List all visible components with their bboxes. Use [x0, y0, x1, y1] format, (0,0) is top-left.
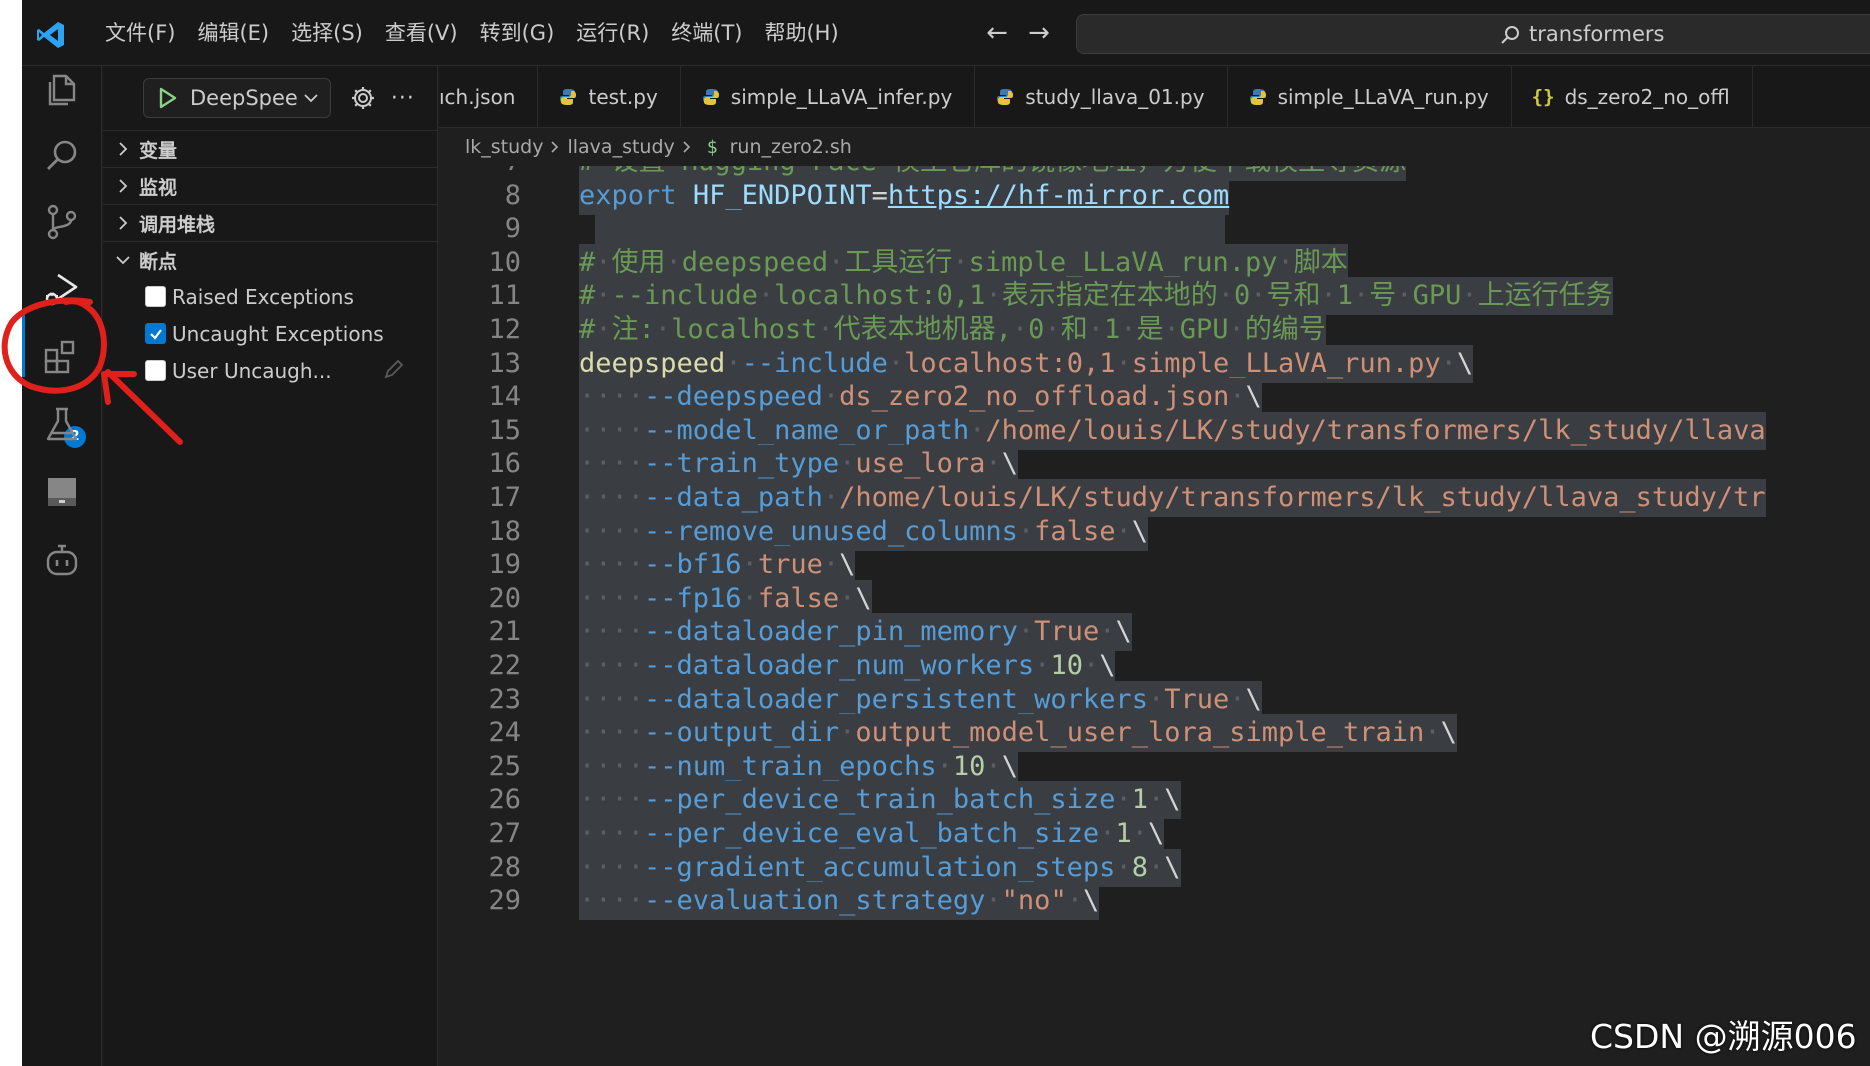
forward-arrow-icon[interactable]: →: [1024, 18, 1054, 48]
chevron-right-icon: [551, 141, 559, 153]
menu-bar: 文件(F) 编辑(E) 选择(S) 查看(V) 转到(G) 运行(R) 终端(T) 帮助(H): [94, 0, 850, 66]
tab-label: study_llava_01.py: [1025, 85, 1205, 109]
section-call-stack[interactable]: 调用堆栈: [103, 204, 437, 241]
activity-bar: 2: [22, 66, 102, 1066]
watermark-text: CSDN @溯源006: [1590, 1017, 1857, 1056]
checkbox-checked[interactable]: [145, 323, 166, 344]
editor-tab[interactable]: simple_LLaVA_infer.py: [681, 66, 976, 127]
editor-tabs: ıch.json test.py simple_LLaVA_infer.py stud…: [439, 66, 1870, 128]
checkbox[interactable]: [145, 360, 166, 381]
tab-label: ds_zero2_no_offl: [1564, 85, 1730, 109]
run-debug-sidebar: DeepSpee ··· 变量 监视 调用堆栈 断点 Raised Except…: [103, 66, 438, 1066]
tab-label: test.py: [588, 85, 658, 109]
play-icon[interactable]: [154, 85, 180, 111]
chevron-right-icon: [683, 141, 690, 153]
breakpoint-label: Raised Exceptions: [172, 284, 354, 309]
source-control-icon[interactable]: [40, 200, 84, 244]
editor-area: ıch.json test.py simple_LLaVA_infer.py stud…: [439, 66, 1870, 1066]
chevron-right-icon: [119, 179, 128, 193]
tab-label: simple_LLaVA_infer.py: [730, 85, 953, 109]
section-watch[interactable]: 监视: [103, 167, 437, 204]
active-indicator: [22, 311, 25, 377]
run-config-label: DeepSpee: [190, 86, 298, 110]
section-label: 监视: [139, 176, 178, 199]
menu-item[interactable]: 编辑(E): [186, 0, 280, 66]
breakpoint-uncaught-exceptions[interactable]: Uncaught Exceptions: [103, 315, 437, 352]
title-bar: 文件(F) 编辑(E) 选择(S) 查看(V) 转到(G) 运行(R) 终端(T) 帮助(H)…: [22, 0, 1870, 66]
code-line[interactable]: 29 ····--evaluation_strategy·"no"·\: [439, 881, 1870, 921]
menu-item[interactable]: 运行(R): [565, 0, 660, 66]
menu-item[interactable]: 帮助(H): [753, 0, 849, 66]
back-arrow-icon[interactable]: ←: [982, 18, 1012, 48]
menu-item[interactable]: 终端(T): [660, 0, 753, 66]
section-label: 调用堆栈: [139, 213, 216, 236]
vscode-logo-icon: [37, 22, 64, 48]
run-config-dropdown[interactable]: DeepSpee: [143, 78, 331, 118]
more-actions-icon[interactable]: ···: [391, 86, 415, 111]
command-center-text: transformers: [1529, 22, 1665, 46]
breakpoint-raised-exceptions[interactable]: Raised Exceptions: [103, 278, 437, 315]
panel-icon[interactable]: [40, 470, 84, 514]
menu-item[interactable]: 选择(S): [280, 0, 374, 66]
section-label: 断点: [139, 250, 178, 273]
breadcrumb-item[interactable]: llava_study: [567, 136, 674, 158]
copilot-icon[interactable]: [40, 538, 84, 582]
breadcrumb: lk_study llava_study $ run_zero2.sh: [439, 128, 1870, 166]
editor-tab[interactable]: test.py: [538, 66, 681, 127]
explorer-icon[interactable]: [40, 66, 84, 110]
search-icon: [1501, 26, 1519, 44]
python-icon: [1249, 89, 1266, 105]
chevron-right-icon: [119, 142, 128, 156]
testing-icon[interactable]: [40, 403, 84, 447]
json-icon: {}: [1531, 86, 1555, 108]
run-debug-icon[interactable]: [40, 267, 84, 311]
editor-tab[interactable]: ıch.json: [439, 66, 539, 127]
tab-label: simple_LLaVA_run.py: [1277, 85, 1489, 109]
chevron-right-icon: [119, 216, 128, 230]
checkbox[interactable]: [145, 286, 166, 307]
command-center-search[interactable]: transformers: [1076, 14, 1870, 54]
breadcrumb-item[interactable]: run_zero2.sh: [730, 136, 852, 158]
checkmark-icon: [149, 328, 162, 340]
editor-tab[interactable]: study_llava_01.py: [975, 66, 1228, 127]
breadcrumb-item[interactable]: lk_study: [465, 136, 543, 158]
run-toolbar: DeepSpee ···: [143, 76, 415, 120]
code-editor[interactable]: 7#·设置·Hugging·Face·模型仓库的镜像地址，方便下载模型等资源8e…: [439, 166, 1870, 1066]
menu-item[interactable]: 文件(F): [94, 0, 186, 66]
gear-icon[interactable]: [349, 84, 377, 112]
breakpoint-label: Uncaught Exceptions: [172, 321, 384, 346]
editor-tab[interactable]: simple_LLaVA_run.py: [1228, 66, 1512, 127]
section-variables[interactable]: 变量: [103, 130, 437, 167]
python-icon: [702, 89, 719, 105]
menu-item[interactable]: 查看(V): [374, 0, 469, 66]
code-text: ····--evaluation_strategy·"no"·\: [579, 882, 1100, 921]
python-icon: [560, 89, 577, 105]
breakpoint-user-uncaught[interactable]: User Uncaugh...: [103, 352, 437, 389]
section-label: 变量: [139, 139, 178, 162]
search-icon[interactable]: [40, 134, 84, 178]
chevron-down-icon: [304, 94, 318, 103]
breakpoint-label: User Uncaugh...: [172, 358, 332, 383]
editor-tab[interactable]: {} ds_zero2_no_offl: [1512, 66, 1753, 127]
tab-label: ıch.json: [439, 85, 516, 109]
menu-item[interactable]: 转到(G): [469, 0, 566, 66]
line-number: 29: [488, 885, 521, 917]
edit-pencil-icon[interactable]: [381, 358, 405, 382]
vscode-window: 文件(F) 编辑(E) 选择(S) 查看(V) 转到(G) 运行(R) 终端(T) 帮助(H)…: [22, 0, 1870, 1066]
chevron-down-icon: [116, 256, 130, 265]
python-icon: [997, 89, 1014, 105]
section-breakpoints[interactable]: 断点: [103, 241, 437, 278]
extensions-icon[interactable]: [40, 336, 84, 380]
shell-file-icon: $: [706, 136, 718, 158]
